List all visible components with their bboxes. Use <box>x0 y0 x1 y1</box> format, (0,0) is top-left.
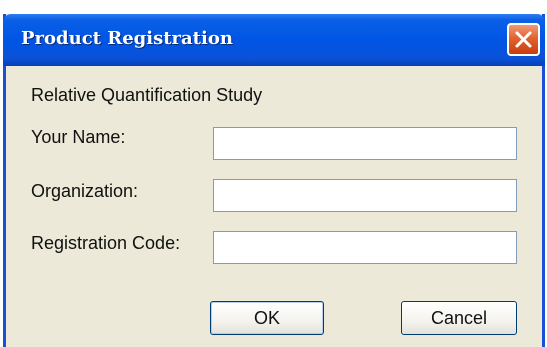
cancel-button[interactable]: Cancel <box>401 301 517 335</box>
organization-label: Organization: <box>31 181 139 201</box>
close-button[interactable] <box>507 23 540 56</box>
window-title: Product Registration <box>21 28 233 49</box>
organization-field[interactable] <box>213 179 517 212</box>
title-bar[interactable]: Product Registration <box>3 14 545 66</box>
registration-code-field[interactable] <box>213 231 517 264</box>
ok-button[interactable]: OK <box>210 301 324 335</box>
registration-code-label: Registration Code: <box>31 233 181 253</box>
study-heading: Relative Quantification Study <box>31 85 263 105</box>
registration-dialog: Product Registration Relative Quantifica… <box>3 14 545 347</box>
close-icon <box>515 31 532 48</box>
your-name-label: Your Name: <box>31 127 126 147</box>
your-name-field[interactable] <box>213 127 517 160</box>
